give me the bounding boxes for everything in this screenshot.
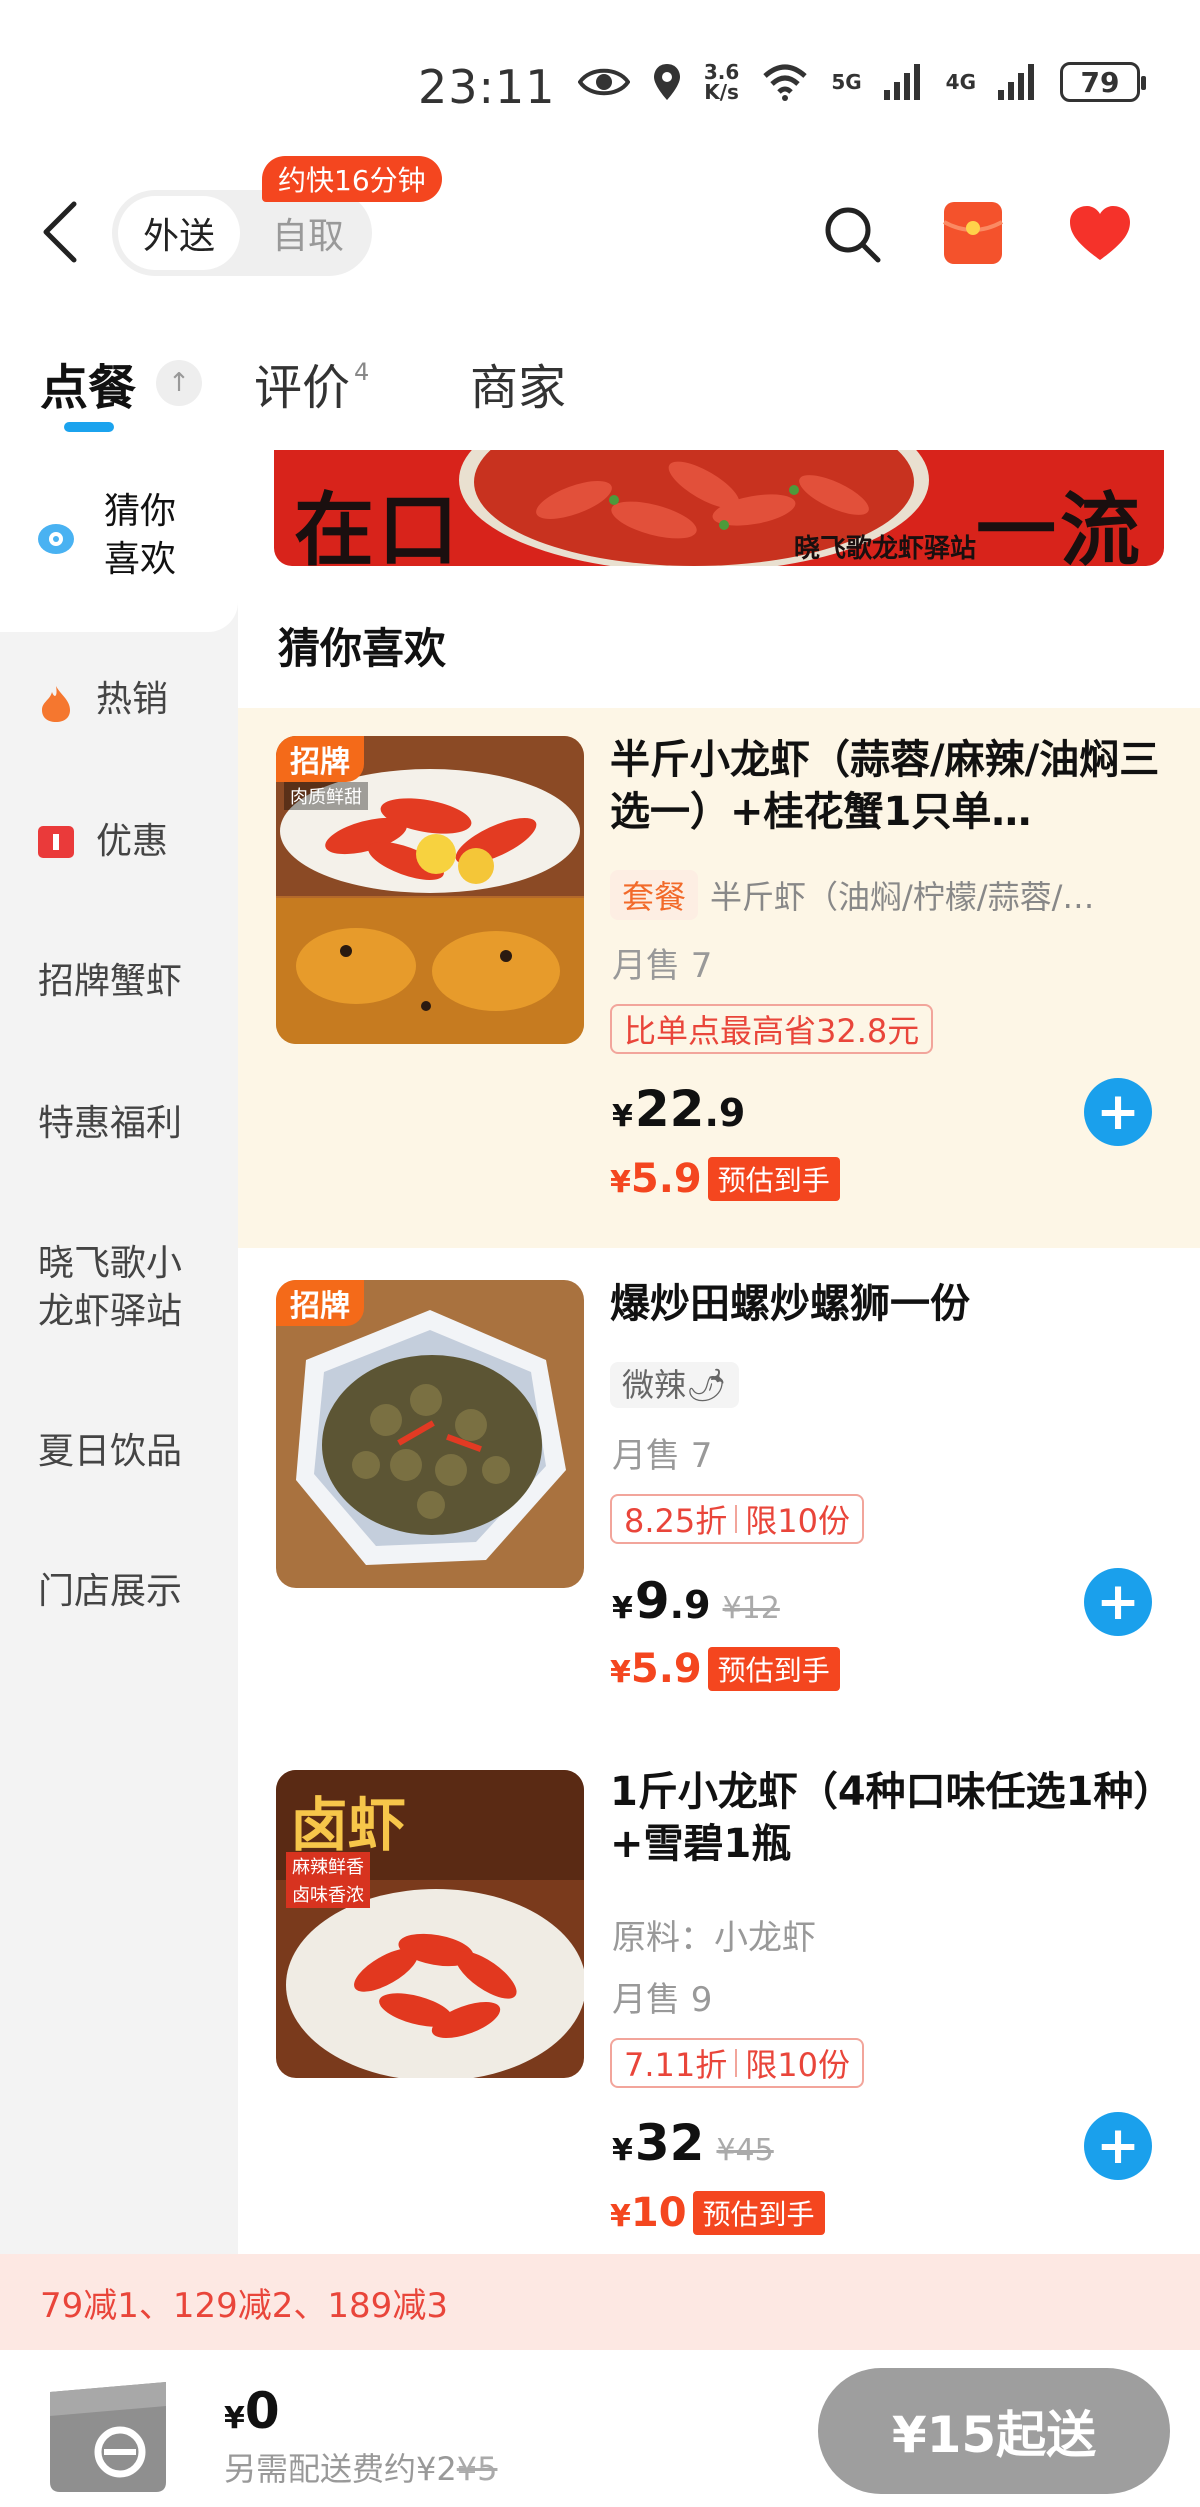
eye-icon — [577, 68, 630, 96]
spicy-tag-row: 微辣🌶 — [610, 1360, 739, 1408]
estimated-price: ¥5.9 预估到手 — [610, 1156, 840, 1202]
image-title: 卤虾 — [290, 1791, 407, 1859]
snails-dish-image — [276, 1280, 584, 1588]
sidebar-item-discount[interactable]: 优惠 — [96, 818, 168, 866]
favorite-heart-icon[interactable] — [1068, 204, 1132, 264]
status-time: 23:11 — [418, 60, 556, 114]
fire-icon — [42, 686, 70, 722]
wifi-icon — [763, 64, 807, 101]
add-to-cart-button[interactable]: + — [1084, 1568, 1152, 1636]
promo-badge: 8.25折 限10份 — [610, 1494, 864, 1544]
sidebar-item-drinks[interactable]: 夏日饮品 — [38, 1428, 182, 1476]
banner-text-right: 一流 — [976, 484, 1144, 566]
set-meal-desc: 半斤虾（油焖/柠檬/蒜蓉/… — [710, 878, 1095, 916]
sidebar-item-station[interactable]: 晓飞歌小 龙虾驿站 — [38, 1240, 182, 1336]
product-name[interactable]: 半斤小龙虾（蒜蓉/麻辣/油焖三选一）+桂花蟹1只单… — [610, 734, 1160, 838]
signature-tag: 招牌 — [276, 1280, 364, 1326]
image-sub-2: 卤味香浓 — [286, 1880, 370, 1908]
estimated-price: ¥10 预估到手 — [610, 2190, 825, 2236]
sidebar-item-guess-like[interactable]: 猜你 喜欢 — [104, 488, 176, 584]
product-price: ¥32 ¥45 — [612, 2114, 774, 2172]
monthly-sales: 月售 7 — [612, 946, 713, 986]
tab-underline — [64, 422, 114, 432]
min-order-button[interactable]: ¥15起送 — [818, 2368, 1170, 2494]
shopping-bag-icon[interactable] — [40, 2362, 176, 2498]
tab-shop[interactable]: 商家 — [470, 348, 566, 418]
add-to-cart-button[interactable]: + — [1084, 2112, 1152, 2180]
location-pin-icon — [653, 64, 680, 100]
guess-like-icon — [38, 524, 74, 554]
network-5g: 5G — [831, 70, 862, 94]
estimated-price: ¥5.9 预估到手 — [610, 1646, 840, 1692]
product-price: ¥22.9 — [612, 1080, 746, 1138]
tab-order[interactable]: 点餐 — [40, 348, 136, 418]
product-image[interactable]: 招牌 肉质鲜甜 — [276, 736, 584, 1044]
battery-indicator: 79 — [1060, 62, 1146, 102]
product-image[interactable]: 招牌 — [276, 1280, 584, 1588]
mode-delivery-button[interactable]: 外送 — [118, 196, 240, 270]
back-icon[interactable] — [40, 200, 80, 264]
network-speed: 3.6 K/s — [703, 60, 740, 104]
sidebar-item-specials[interactable]: 特惠福利 — [38, 1100, 182, 1148]
add-to-cart-button[interactable]: + — [1084, 1078, 1152, 1146]
eta-badge: 约快16分钟 — [262, 156, 442, 202]
ingredients: 原料：小龙虾 — [612, 1918, 816, 1958]
status-icons: 3.6 K/s 5G 4G 79 — [577, 60, 1146, 104]
network-4g: 4G — [945, 70, 976, 94]
monthly-sales: 月售 7 — [612, 1436, 713, 1476]
promo-banner[interactable]: 在口 晓飞歌龙虾驿站 一流 — [274, 450, 1164, 566]
set-meal-tag: 套餐 — [610, 870, 699, 920]
section-title: 猜你喜欢 — [278, 624, 447, 673]
signature-tag: 招牌 — [276, 736, 364, 782]
signal-icon-2 — [998, 64, 1034, 100]
search-icon[interactable] — [822, 204, 882, 264]
coupon-icon — [38, 826, 74, 858]
product-image[interactable]: 卤虾 麻辣鲜香 卤味香浓 — [276, 1770, 584, 2078]
product-price: ¥9.9 ¥12 — [612, 1572, 780, 1630]
sidebar-item-signature[interactable]: 招牌蟹虾 — [38, 958, 182, 1006]
sidebar-item-hot[interactable]: 热销 — [96, 676, 168, 724]
spicy-tag: 微辣🌶 — [610, 1362, 739, 1408]
product-name[interactable]: 爆炒田螺炒螺狮一份 — [610, 1278, 1160, 1330]
banner-text-left: 在口 — [294, 484, 462, 566]
signal-icon — [883, 64, 920, 100]
banner-text-bottom: 晓飞歌龙虾驿站 — [794, 534, 977, 564]
red-packet-icon[interactable] — [942, 200, 1004, 266]
promo-badge: 比单点最高省32.8元 — [610, 1004, 934, 1054]
review-count: 4 — [354, 358, 370, 386]
image-sub-1: 麻辣鲜香 — [286, 1852, 370, 1880]
scroll-top-icon[interactable]: ↑ — [156, 360, 202, 406]
discount-bar[interactable]: 79减1、129减2、189减3 — [0, 2254, 1200, 2350]
set-meal-row: 套餐 半斤虾（油焖/柠檬/蒜蓉/… — [610, 870, 1094, 920]
tab-review[interactable]: 评价 4 — [254, 348, 369, 418]
sidebar-item-store[interactable]: 门店展示 — [38, 1568, 182, 1616]
cart-total: ¥0 — [224, 2382, 280, 2440]
mode-pickup-button[interactable]: 自取 — [258, 196, 358, 270]
product-name[interactable]: 1斤小龙虾（4种口味任选1种）+雪碧1瓶 — [610, 1766, 1160, 1870]
promo-badge: 7.11折 限10份 — [610, 2038, 864, 2088]
delivery-fee: 另需配送费约¥2¥5 — [224, 2450, 498, 2488]
image-caption: 肉质鲜甜 — [284, 782, 368, 810]
monthly-sales: 月售 9 — [612, 1980, 713, 2020]
